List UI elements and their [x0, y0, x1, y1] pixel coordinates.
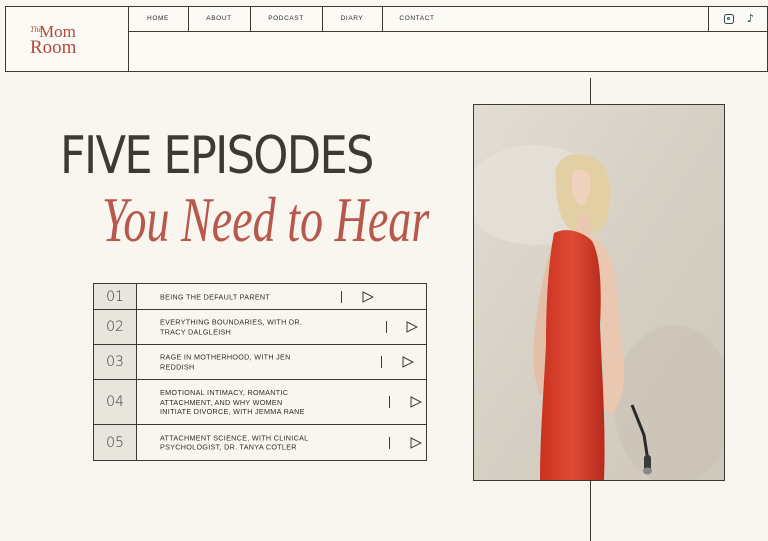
- episode-title: BEING THE DEFAULT PARENT: [160, 292, 270, 302]
- episode-number: 04: [94, 380, 137, 424]
- episode-row[interactable]: 03 RAGE IN MOTHERHOOD, WITH JEN REDDISH: [94, 345, 426, 380]
- episode-title-line: REDDISH: [160, 362, 195, 371]
- nav-about[interactable]: ABOUT: [188, 7, 251, 31]
- episode-title: ATTACHMENT SCIENCE, WITH CLINICAL PSYCHO…: [160, 433, 308, 452]
- divider-bar: [386, 321, 387, 333]
- episode-row[interactable]: 05 ATTACHMENT SCIENCE, WITH CLINICAL PSY…: [94, 425, 426, 460]
- tiktok-icon[interactable]: ♪: [747, 12, 754, 25]
- episode-title-line: PSYCHOLOGIST, DR. TANYA COTLER: [160, 442, 297, 452]
- divider-line-bottom: [590, 481, 591, 541]
- logo-room: Room: [30, 37, 77, 58]
- episode-title-line: ATTACHMENT SCIENCE, WITH CLINICAL: [160, 433, 309, 442]
- episode-number: 01: [94, 284, 137, 309]
- divider-line-top: [590, 78, 591, 104]
- main-nav: HOME ABOUT PODCAST DIARY CONTACT ♪: [128, 7, 767, 32]
- episode-title: EMOTIONAL INTIMACY, ROMANTIC ATTACHMENT,…: [160, 388, 305, 417]
- play-icon[interactable]: [402, 356, 414, 368]
- episode-row[interactable]: 04 EMOTIONAL INTIMACY, ROMANTIC ATTACHME…: [94, 380, 426, 425]
- play-icon[interactable]: [410, 396, 422, 408]
- nav-contact[interactable]: CONTACT: [382, 7, 452, 31]
- divider-bar: [341, 290, 342, 303]
- episode-title-line: RAGE IN MOTHERHOOD, WITH JEN: [160, 352, 291, 362]
- page-subtitle: You Need to Hear: [102, 184, 430, 255]
- play-icon[interactable]: [410, 436, 422, 449]
- episode-title: EVERYTHING BOUNDARIES, WITH DR. TRACY DA…: [160, 318, 302, 337]
- divider-bar: [389, 436, 390, 449]
- logo-cell: The Mom Room: [6, 7, 129, 71]
- episode-row[interactable]: 01 BEING THE DEFAULT PARENT: [94, 284, 426, 310]
- host-photo: [473, 104, 725, 481]
- site-header: The Mom Room HOME ABOUT PODCAST DIARY CO…: [5, 6, 768, 72]
- play-icon[interactable]: [362, 290, 374, 303]
- episode-row[interactable]: 02 EVERYTHING BOUNDARIES, WITH DR. TRACY…: [94, 310, 426, 345]
- host-illustration: [474, 105, 724, 480]
- episode-number: 05: [94, 425, 137, 460]
- nav-home[interactable]: HOME: [128, 7, 189, 31]
- instagram-icon[interactable]: [724, 14, 734, 24]
- episode-title: RAGE IN MOTHERHOOD, WITH JEN REDDISH: [160, 353, 291, 372]
- social-links: ♪: [708, 7, 767, 31]
- divider-bar: [381, 356, 382, 368]
- play-icon[interactable]: [406, 321, 418, 333]
- episode-title-line: ATTACHMENT, AND WHY WOMEN: [160, 397, 283, 407]
- page-title: FIVE EPISODES: [60, 126, 374, 186]
- episode-title-line: TRACY DALGLEISH: [160, 327, 232, 336]
- red-dress: [540, 230, 605, 480]
- episode-title-line: EMOTIONAL INTIMACY, ROMANTIC: [160, 387, 289, 397]
- episode-list: 01 BEING THE DEFAULT PARENT 02 EVERYTHIN…: [93, 283, 427, 461]
- nav-podcast[interactable]: PODCAST: [250, 7, 323, 31]
- episode-number: 03: [94, 345, 137, 379]
- episode-number: 02: [94, 310, 137, 344]
- divider-bar: [389, 396, 390, 408]
- episode-title-line: EVERYTHING BOUNDARIES, WITH DR.: [160, 317, 303, 327]
- episode-title-line: BEING THE DEFAULT PARENT: [160, 291, 271, 301]
- nav-diary[interactable]: DIARY: [322, 7, 383, 31]
- episode-title-line: INITIATE DIVORCE, WITH JEMMA RANE: [160, 406, 305, 416]
